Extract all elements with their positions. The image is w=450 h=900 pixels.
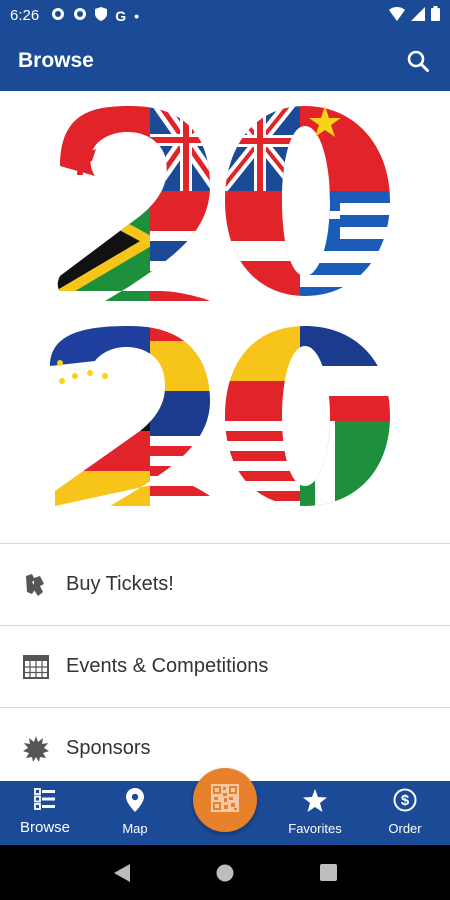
nav-order[interactable]: $ Order	[360, 781, 450, 845]
menu-item-label: Sponsors	[66, 737, 151, 759]
calendar-grid-icon	[22, 653, 50, 681]
hero-2020-flags-graphic	[0, 91, 450, 543]
dot-icon: •	[134, 7, 139, 24]
page-title: Browse	[18, 49, 94, 72]
gear-icon	[51, 7, 65, 24]
scan-qr-button[interactable]	[193, 768, 257, 832]
nav-map[interactable]: Map	[90, 781, 180, 845]
status-time: 6:26	[10, 7, 40, 24]
map-pin-icon	[126, 788, 144, 817]
qr-code-icon	[211, 783, 239, 817]
nav-label: Browse	[19, 819, 71, 836]
svg-text:$: $	[401, 792, 410, 809]
wifi-icon	[389, 6, 405, 25]
nav-browse[interactable]: Browse	[0, 781, 90, 845]
nav-favorites[interactable]: Favorites	[270, 781, 360, 845]
nav-label: Order	[388, 821, 422, 836]
system-nav-bar	[0, 845, 450, 900]
search-icon[interactable]	[404, 47, 432, 75]
dollar-circle-icon: $	[393, 788, 417, 817]
browse-menu: Buy Tickets! Events & Competitions Spons…	[0, 543, 450, 789]
nav-label: Map	[122, 821, 148, 836]
nav-label: Favorites	[288, 821, 342, 836]
recents-icon[interactable]	[308, 853, 348, 893]
star-icon	[303, 789, 327, 817]
home-icon[interactable]	[205, 853, 245, 893]
battery-icon	[431, 6, 440, 25]
google-icon: G	[115, 7, 127, 24]
badge-burst-icon	[22, 735, 50, 763]
back-icon[interactable]	[102, 853, 142, 893]
gear-icon	[73, 7, 87, 24]
tickets-icon	[22, 571, 50, 599]
shield-icon	[95, 7, 108, 24]
menu-item-label: Events & Competitions	[66, 655, 269, 677]
browse-list-icon	[33, 788, 57, 815]
status-bar: 6:26 G •	[0, 0, 450, 31]
signal-icon	[411, 6, 425, 25]
menu-item-label: Buy Tickets!	[66, 573, 174, 595]
app-bar: Browse	[0, 31, 450, 91]
menu-item-events-competitions[interactable]: Events & Competitions	[0, 625, 450, 707]
menu-item-buy-tickets[interactable]: Buy Tickets!	[0, 543, 450, 625]
